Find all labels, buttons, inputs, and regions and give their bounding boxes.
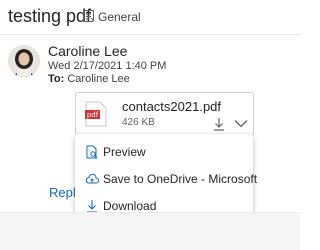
attachment-card[interactable]: pdf contacts2021.pdf 426 KB (75, 92, 254, 136)
cloud-upload-icon (85, 173, 99, 184)
category-label[interactable]: General (98, 10, 141, 24)
preview-icon (86, 145, 98, 159)
menu-item-label: Save to OneDrive - Microsoft (103, 172, 258, 186)
menu-item-preview[interactable]: Preview (75, 139, 253, 165)
menu-item-label: Download (103, 199, 157, 213)
attachment-menu: Preview Save to OneDrive - Microsoft Dow… (75, 134, 257, 222)
message-subject: testing pdf (8, 6, 92, 26)
to-label: To: (48, 73, 65, 85)
menu-item-save-to-onedrive[interactable]: Save to OneDrive - Microsoft (75, 166, 257, 192)
message-date: Wed 2/17/2021 1:40 PM (48, 60, 167, 72)
bottom-strip (0, 212, 300, 250)
pdf-icon-text: pdf (87, 111, 99, 119)
avatar[interactable] (8, 45, 40, 77)
attachment-file-size: 426 KB (122, 117, 155, 128)
pdf-file-icon: pdf (85, 101, 107, 127)
attachment-file-name[interactable]: contacts2021.pdf (122, 99, 221, 114)
download-icon[interactable] (213, 117, 225, 131)
menu-item-label: Preview (103, 145, 146, 159)
chevron-down-icon[interactable] (234, 119, 248, 128)
recipient-name[interactable]: Caroline Lee (67, 73, 129, 85)
recipient-line: To: Caroline Lee (48, 73, 130, 85)
subject-bar: testing pdf General (0, 0, 300, 35)
tag-icon[interactable] (82, 9, 96, 23)
avatar-photo-icon (8, 45, 40, 77)
sender-name[interactable]: Caroline Lee (48, 43, 127, 59)
download-icon (87, 200, 97, 213)
